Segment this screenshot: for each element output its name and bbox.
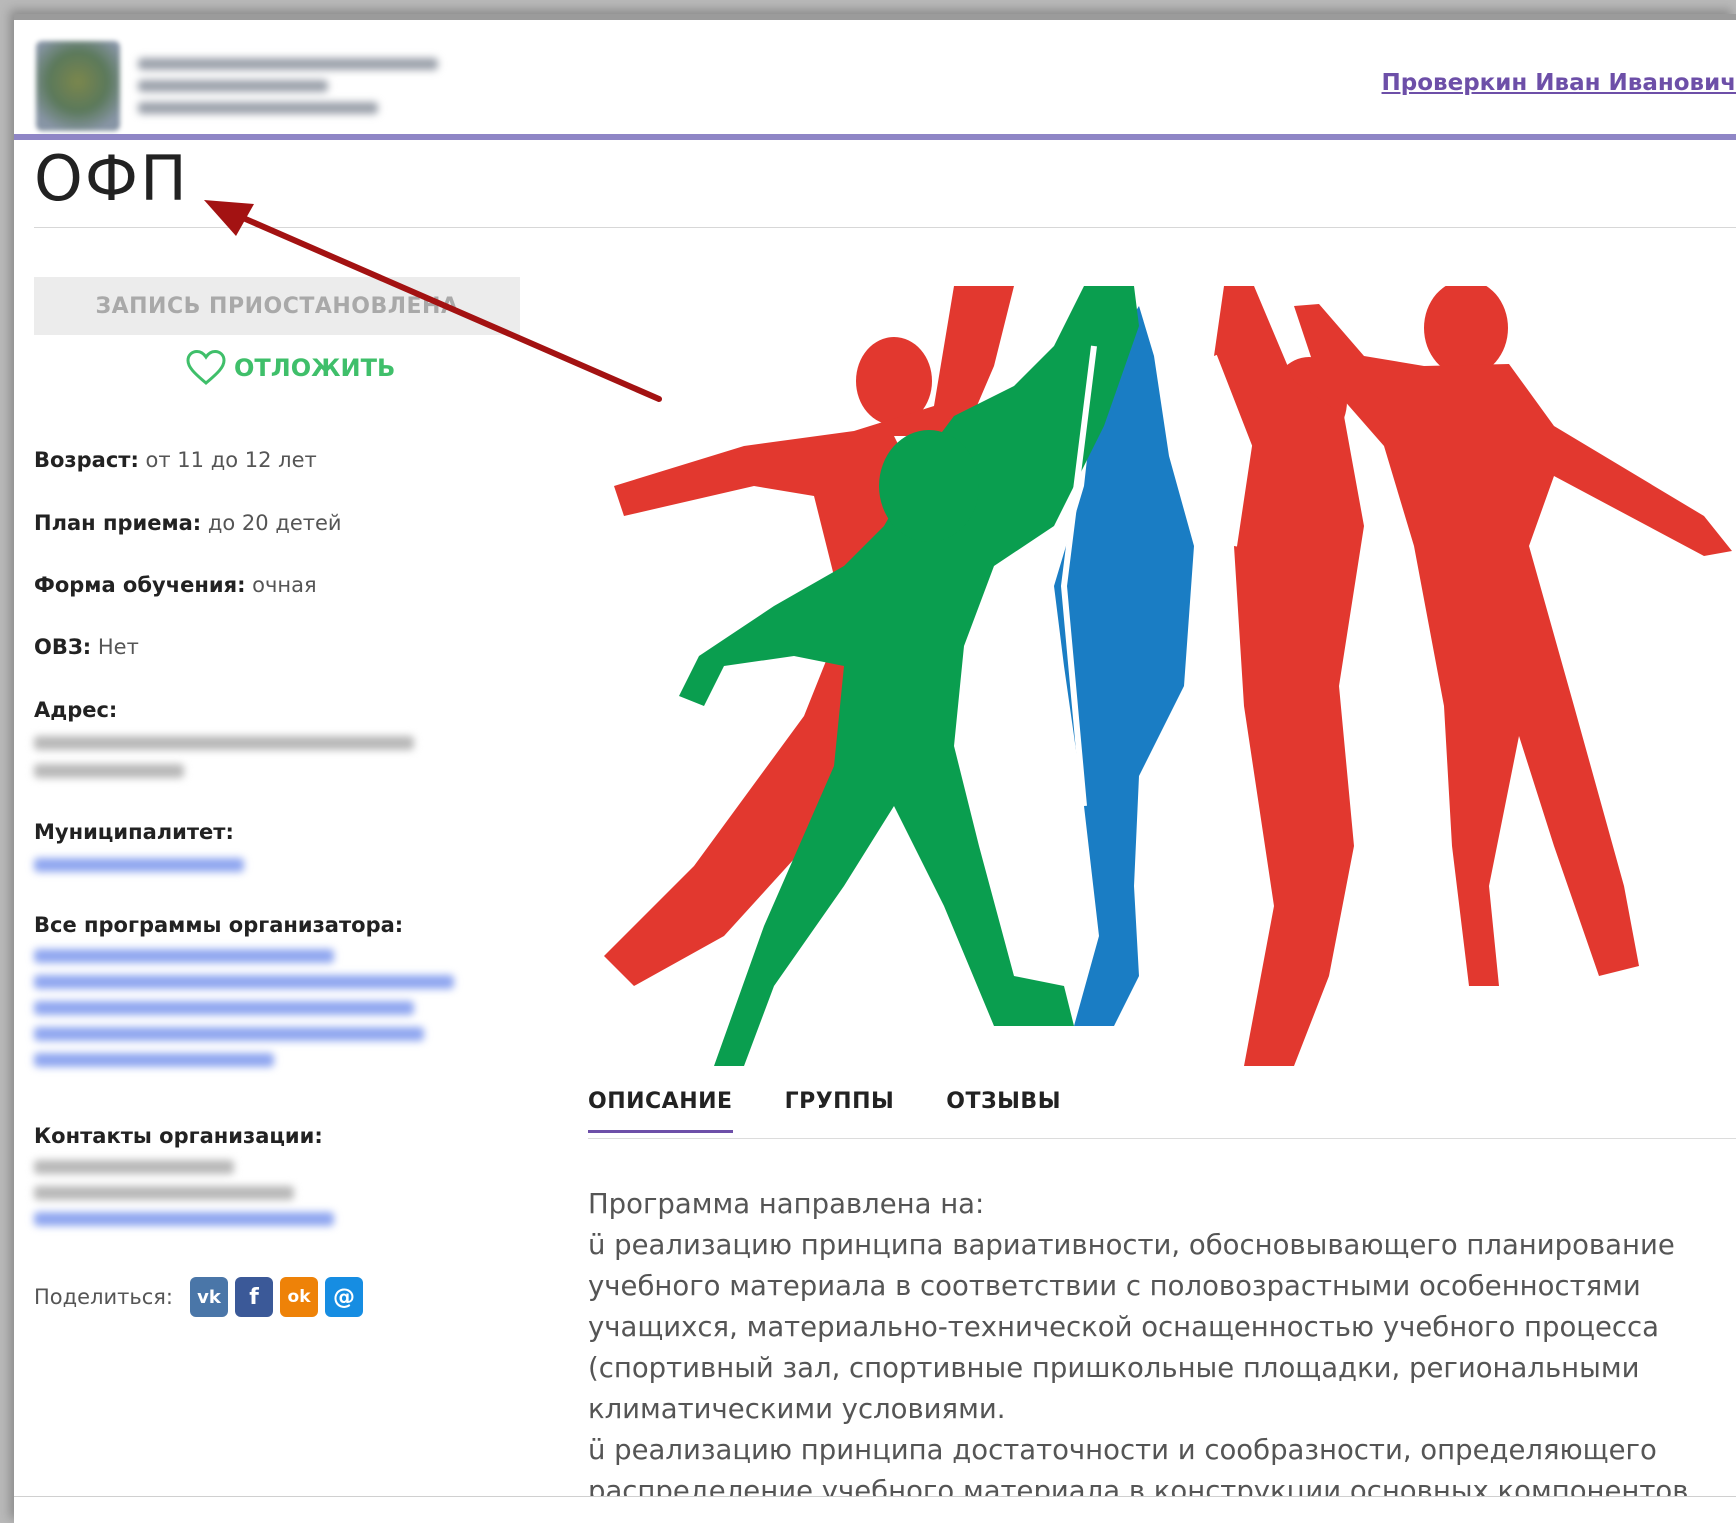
program-image — [604, 286, 1732, 1066]
plan-row: План приема: до 20 детей — [34, 511, 342, 535]
tab-description[interactable]: ОПИСАНИЕ — [588, 1089, 733, 1133]
share-row: Поделиться: vk f ok @ — [34, 1277, 364, 1317]
municipality-label: Муниципалитет: — [34, 820, 234, 844]
ovz-row: ОВЗ: Нет — [34, 635, 139, 659]
organization-name-redacted — [138, 48, 438, 124]
page-title: ОФП — [34, 142, 189, 215]
municipality-link-redacted[interactable] — [34, 858, 244, 872]
divider — [34, 227, 1736, 228]
red-dancer-right — [1294, 286, 1732, 986]
heart-icon — [186, 350, 226, 385]
user-profile-link[interactable]: Проверкин Иван Иванович — [1382, 70, 1736, 96]
tab-groups[interactable]: ГРУППЫ — [785, 1089, 895, 1133]
ovz-value: Нет — [97, 635, 139, 659]
age-value: от 11 до 12 лет — [145, 448, 317, 472]
description-line: Программа направлена на: — [588, 1188, 985, 1220]
study-form-value: очная — [252, 573, 317, 597]
all-programs-links-redacted[interactable] — [34, 949, 454, 1067]
contacts-redacted — [34, 1160, 334, 1226]
site-header: Проверкин Иван Иванович — [14, 20, 1736, 132]
header-accent-line — [14, 134, 1736, 140]
municipality-row: Муниципалитет: — [34, 820, 244, 886]
address-redacted — [34, 736, 414, 778]
coat-of-arms-icon — [36, 41, 120, 131]
postpone-label: ОТЛОЖИТЬ — [234, 354, 396, 382]
mail-ru-icon[interactable]: @ — [325, 1277, 364, 1317]
study-form-label: Форма обучения: — [34, 573, 246, 597]
ovz-label: ОВЗ: — [34, 635, 92, 659]
plan-label: План приема: — [34, 511, 202, 535]
tabs-divider — [588, 1138, 1736, 1139]
address-row: Адрес: — [34, 698, 414, 792]
description-line: ü реализацию принципа достаточности и со… — [588, 1434, 1689, 1496]
address-label: Адрес: — [34, 698, 118, 722]
tab-bar: ОПИСАНИЕ ГРУППЫ ОТЗЫВЫ — [588, 1089, 1113, 1133]
odnoklassniki-icon[interactable]: ok — [280, 1277, 319, 1317]
facebook-icon[interactable]: f — [235, 1277, 274, 1317]
age-label: Возраст: — [34, 448, 139, 472]
study-form-row: Форма обучения: очная — [34, 573, 317, 597]
all-programs-label: Все программы организатора: — [34, 913, 404, 937]
postpone-button[interactable]: ОТЛОЖИТЬ — [186, 350, 395, 386]
contacts-label: Контакты организации: — [34, 1124, 323, 1148]
tab-reviews[interactable]: ОТЗЫВЫ — [946, 1089, 1061, 1133]
enrollment-suspended-button[interactable]: ЗАПИСЬ ПРИОСТАНОВЛЕНА — [34, 277, 520, 335]
all-programs-row: Все программы организатора: — [34, 913, 454, 1079]
age-row: Возраст: от 11 до 12 лет — [34, 448, 317, 472]
contacts-row: Контакты организации: — [34, 1124, 334, 1238]
vk-icon[interactable]: vk — [190, 1277, 229, 1317]
description-line: ü реализацию принципа вариативности, обо… — [588, 1229, 1675, 1425]
program-description: Программа направлена на: ü реализацию пр… — [588, 1184, 1718, 1496]
site-logo[interactable] — [36, 36, 466, 136]
browser-frame: Проверкин Иван Иванович ОФП ЗАПИСЬ ПРИОС… — [14, 14, 1736, 1523]
red-dancer-back — [1214, 286, 1364, 1066]
plan-value: до 20 детей — [207, 511, 342, 535]
bottom-divider — [14, 1496, 1736, 1497]
share-label: Поделиться: — [34, 1285, 174, 1309]
